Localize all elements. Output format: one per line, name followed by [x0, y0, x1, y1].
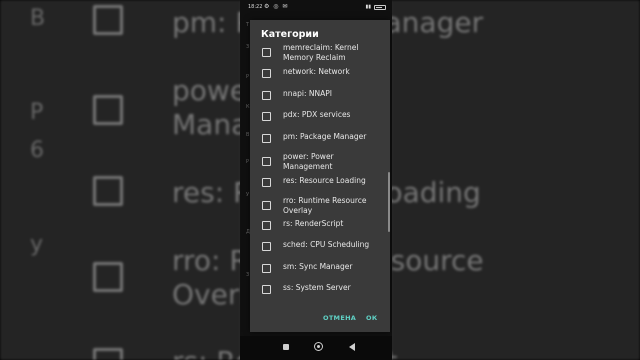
- category-label: sched: CPU Scheduling: [283, 240, 370, 249]
- category-checkbox[interactable]: [262, 48, 271, 57]
- notification-icons: ⚙ ◎ ✉: [264, 3, 289, 10]
- categories-dialog: Категории memreclaim: Kernel Memory Recl…: [250, 20, 390, 332]
- category-checkbox[interactable]: [262, 264, 271, 273]
- category-label: network: Network: [283, 67, 350, 76]
- dialog-title: Категории: [261, 29, 319, 40]
- category-checkbox[interactable]: [262, 69, 271, 78]
- list-scrollbar[interactable]: [388, 172, 390, 232]
- category-label: ss: System Server: [283, 283, 351, 292]
- category-checkbox[interactable]: [262, 112, 271, 121]
- category-checkbox[interactable]: [262, 242, 271, 251]
- back-icon[interactable]: [349, 343, 355, 351]
- category-checkbox[interactable]: [262, 221, 271, 230]
- battery-icon: [374, 4, 386, 10]
- signal-icon: ▮▮: [365, 4, 371, 10]
- category-checkbox[interactable]: [262, 285, 271, 294]
- category-checkbox[interactable]: [262, 201, 271, 210]
- phone-screen: 18:22 ⚙ ◎ ✉ ▮▮ T З Р К В Р У Д З Категор…: [240, 0, 392, 360]
- category-label: rs: RenderScript: [283, 219, 344, 228]
- status-time: 18:22: [248, 4, 263, 10]
- category-label: res: Resource Loading: [283, 176, 366, 185]
- category-label: pm: Package Manager: [283, 132, 367, 141]
- category-label: pdx: PDX services: [283, 110, 351, 119]
- category-checkbox[interactable]: [262, 157, 271, 166]
- category-checkbox[interactable]: [262, 178, 271, 187]
- cancel-button[interactable]: ОТМЕНА: [323, 314, 356, 322]
- navigation-bar: [240, 336, 392, 360]
- category-label: sm: Sync Manager: [283, 262, 353, 271]
- category-checkbox[interactable]: [262, 134, 271, 143]
- recent-apps-icon[interactable]: [283, 344, 289, 350]
- category-label: nnapi: NNAPI: [283, 89, 332, 98]
- dialog-buttons: ОТМЕНА ОК: [250, 308, 390, 328]
- category-checkbox[interactable]: [262, 91, 271, 100]
- status-bar: 18:22 ⚙ ◎ ✉ ▮▮: [240, 0, 392, 14]
- ok-button[interactable]: ОК: [366, 314, 377, 322]
- category-label: memreclaim: Kernel Memory Reclaim: [283, 43, 359, 62]
- category-label: power: Power Management: [283, 152, 334, 171]
- category-list[interactable]: memreclaim: Kernel Memory Reclaim network…: [250, 42, 390, 304]
- home-icon[interactable]: [314, 342, 323, 351]
- category-label: rro: Runtime Resource Overlay: [283, 196, 367, 215]
